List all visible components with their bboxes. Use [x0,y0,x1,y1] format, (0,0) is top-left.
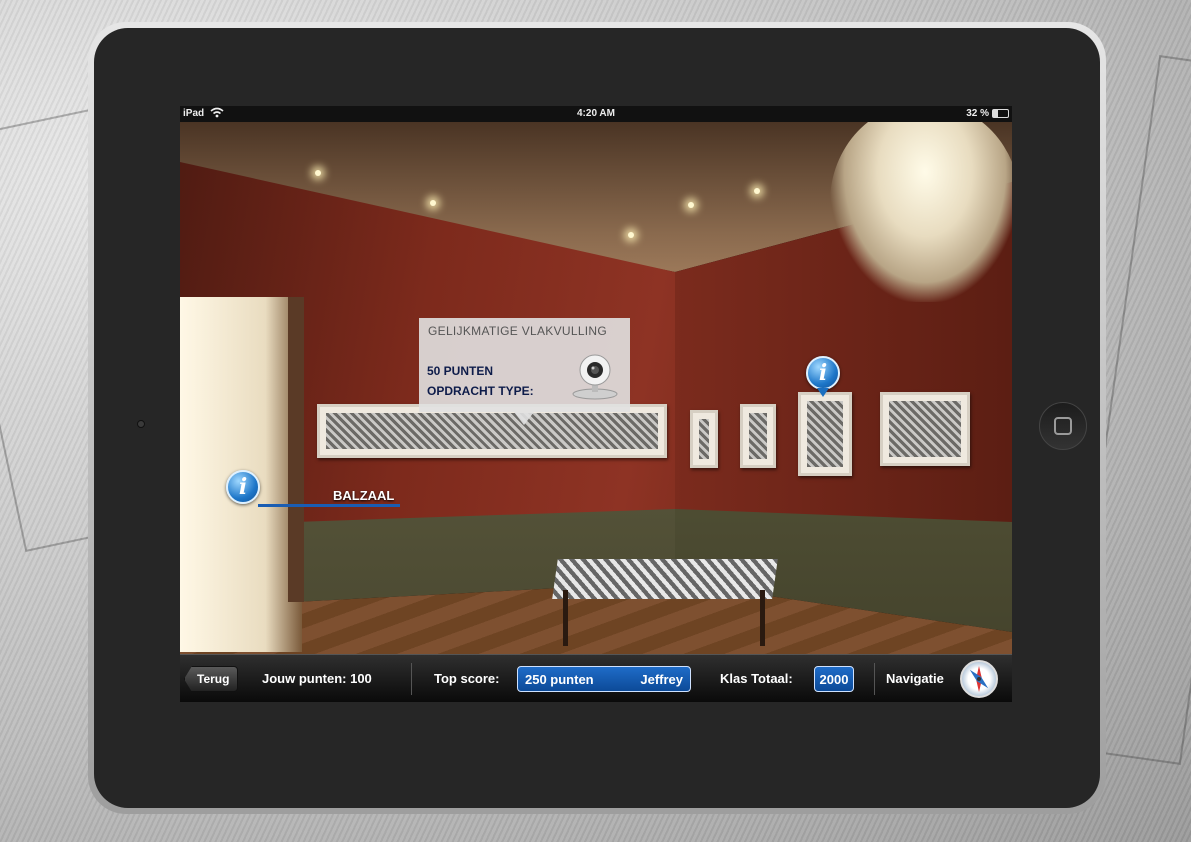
class-total-label: Klas Totaal: [720,671,793,686]
top-score-points: 250 punten [525,672,594,687]
panorama-view[interactable]: BALZAAL i i GELIJKMATIGE VLAKVULLING 50 … [180,122,1012,654]
compass-icon[interactable] [960,660,998,698]
ceiling-light [315,170,321,176]
bench-leg [760,590,765,646]
back-button[interactable]: Terug [184,666,238,692]
room-label-line [258,504,400,507]
pin-tail [817,388,829,397]
chandelier [830,122,1012,302]
artwork [880,392,970,466]
bottom-toolbar: Terug Jouw punten: 100 Top score: 250 pu… [180,654,1012,702]
ceiling-light [430,200,436,206]
artwork [798,392,852,476]
navigation-label[interactable]: Navigatie [886,671,944,686]
ceiling-light [628,232,634,238]
battery-percentage: 32 % [966,108,989,119]
toolbar-divider [874,663,875,695]
ceiling-light [754,188,760,194]
artwork [690,410,718,468]
status-time: 4:20 AM [577,108,615,119]
battery-icon [992,109,1009,118]
your-points: Jouw punten: 100 [262,671,372,686]
callout-title: GELIJKMATIGE VLAKVULLING [428,324,608,338]
info-icon: i [818,360,828,386]
home-square-icon [1054,417,1072,435]
artwork-panorama [317,404,667,458]
ceiling-light [688,202,694,208]
callout-pointer [514,412,534,425]
webcam-icon [572,354,618,400]
class-total-value: 2000 [814,666,854,692]
room-label[interactable]: BALZAAL [333,488,394,503]
top-score-name: Jeffrey [640,672,683,687]
artwork [740,404,776,468]
info-hotspot-room[interactable]: i [226,470,260,504]
home-button[interactable] [1039,402,1087,450]
doorway-frame [288,297,304,602]
callout-type-label: OPDRACHT TYPE: [427,384,534,398]
bench-leg [563,590,568,646]
top-score-label: Top score: [434,671,500,686]
top-score-box[interactable]: 250 punten Jeffrey [517,666,691,692]
toolbar-divider [411,663,412,695]
assignment-callout[interactable]: GELIJKMATIGE VLAKVULLING 50 PUNTEN OPDRA… [419,318,630,412]
bench [552,559,778,599]
info-hotspot-artwork[interactable]: i [806,356,840,390]
status-bar: iPad 4:20 AM 32 % [180,106,1012,122]
camera-icon [137,420,145,428]
screen: iPad 4:20 AM 32 % BALZAAL i i GELIJKMATI… [180,106,1012,702]
callout-points: 50 PUNTEN [427,364,494,378]
info-icon: i [238,474,248,500]
